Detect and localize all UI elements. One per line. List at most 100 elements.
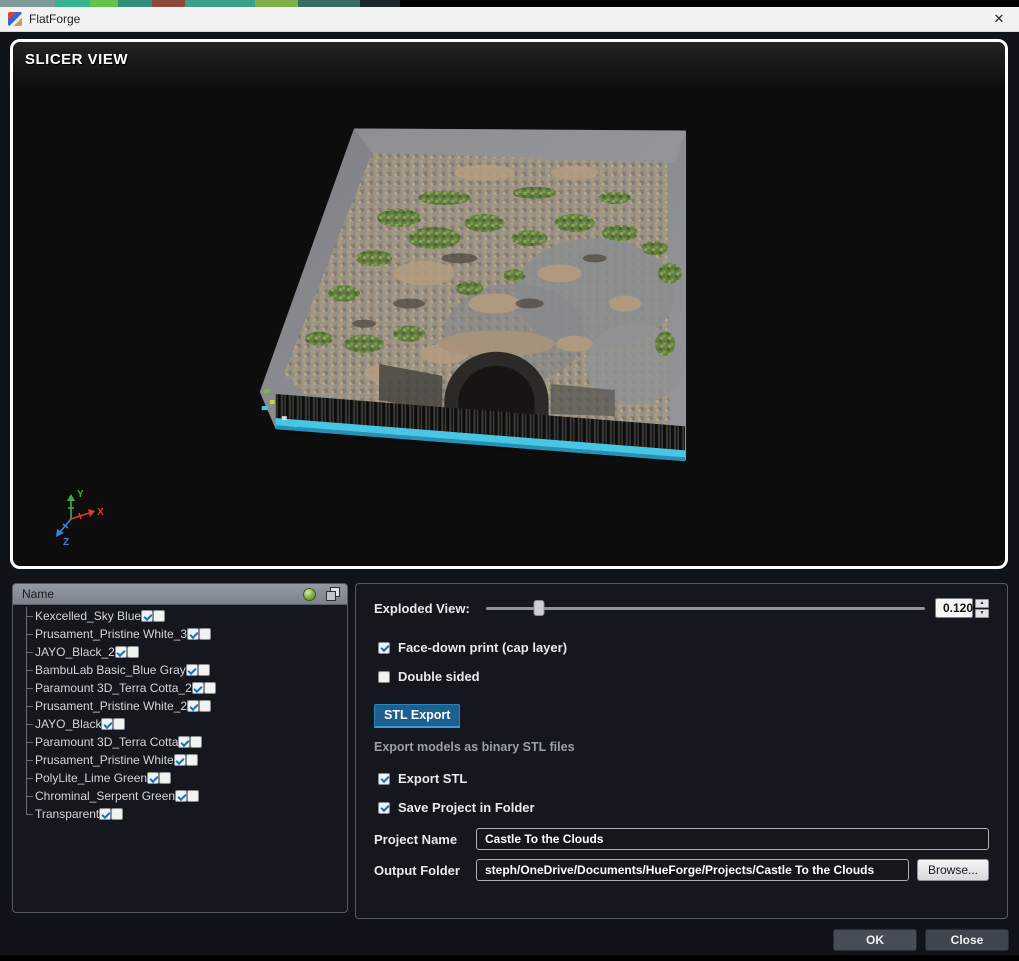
material-extra-checkbox[interactable] <box>190 736 202 748</box>
material-extra-checkbox[interactable] <box>187 790 199 802</box>
material-visible-checkbox[interactable] <box>192 682 204 694</box>
exploded-view-spinbox[interactable]: 0.120 ▲ ▼ <box>935 598 989 618</box>
material-extra-checkbox[interactable] <box>199 628 211 640</box>
material-label: Paramount 3D_Terra Cotta_2 <box>35 681 192 695</box>
material-label: Transparent <box>35 807 99 821</box>
project-name-input[interactable] <box>476 828 989 850</box>
tree-branch <box>19 751 35 769</box>
slider-groove <box>486 607 925 610</box>
slicer-3d-viewport[interactable]: SLICER VIEW <box>13 42 1005 566</box>
material-visible-checkbox[interactable] <box>178 736 190 748</box>
spin-up-button[interactable]: ▲ <box>975 599 989 608</box>
face-down-checkbox[interactable] <box>378 642 390 654</box>
tree-branch <box>19 805 35 823</box>
material-visible-checkbox[interactable] <box>101 718 113 730</box>
material-extra-checkbox[interactable] <box>111 808 123 820</box>
double-sided-option[interactable]: Double sided <box>374 669 989 684</box>
material-visible-checkbox[interactable] <box>115 646 127 658</box>
tree-branch <box>19 679 35 697</box>
exploded-view-row: Exploded View: 0.120 ▲ ▼ <box>374 598 989 618</box>
material-visible-checkbox[interactable] <box>175 790 187 802</box>
axis-x-label: X <box>97 507 104 518</box>
save-project-option[interactable]: Save Project in Folder <box>374 800 989 815</box>
axis-y-label: Y <box>77 489 84 500</box>
material-label: PolyLite_Lime Green <box>35 771 147 785</box>
slicer-view-title: SLICER VIEW <box>25 51 128 68</box>
material-row[interactable]: Prusament_Pristine White_2 <box>13 697 347 715</box>
export-settings-panel: Exploded View: 0.120 ▲ ▼ Face-down print… <box>355 583 1008 919</box>
materials-list: Kexcelled_Sky Blue Prusament_Pristine Wh… <box>13 605 347 823</box>
face-down-option[interactable]: Face-down print (cap layer) <box>374 640 989 655</box>
export-stl-label: Export STL <box>398 771 467 786</box>
material-extra-checkbox[interactable] <box>153 610 165 622</box>
material-label: BambuLab Basic_Blue Gray <box>35 663 186 677</box>
browse-button[interactable]: Browse... <box>917 859 989 881</box>
material-row[interactable]: Chrominal_Serpent Green <box>13 787 347 805</box>
material-row[interactable]: Prusament_Pristine White <box>13 751 347 769</box>
exploded-view-value[interactable]: 0.120 <box>935 598 973 618</box>
material-extra-checkbox[interactable] <box>113 718 125 730</box>
tree-branch <box>19 661 35 679</box>
material-extra-checkbox[interactable] <box>127 646 139 658</box>
save-project-checkbox[interactable] <box>378 802 390 814</box>
terrain-model <box>260 128 686 464</box>
material-visible-checkbox[interactable] <box>187 628 199 640</box>
filament-color-icon[interactable] <box>303 588 316 601</box>
material-row[interactable]: JAYO_Black <box>13 715 347 733</box>
tree-branch <box>19 715 35 733</box>
layers-icon[interactable] <box>326 587 340 601</box>
material-visible-checkbox[interactable] <box>141 610 153 622</box>
titlebar: FlatForge ✕ <box>0 7 1019 32</box>
spin-down-button[interactable]: ▼ <box>975 609 989 618</box>
material-row[interactable]: Prusament_Pristine White_3 <box>13 625 347 643</box>
titlebar-close-button[interactable]: ✕ <box>979 7 1019 32</box>
material-visible-checkbox[interactable] <box>174 754 186 766</box>
material-row[interactable]: Paramount 3D_Terra Cotta <box>13 733 347 751</box>
material-extra-checkbox[interactable] <box>204 682 216 694</box>
window-title: FlatForge <box>29 12 80 26</box>
project-name-label: Project Name <box>374 832 476 847</box>
exploded-view-label: Exploded View: <box>374 601 470 616</box>
material-row[interactable]: JAYO_Black_2 <box>13 643 347 661</box>
material-row[interactable]: BambuLab Basic_Blue Gray <box>13 661 347 679</box>
tree-branch <box>19 769 35 787</box>
material-label: Prusament_Pristine White_3 <box>35 627 187 641</box>
desktop-background-strip <box>0 0 1019 7</box>
exploded-view-slider-handle[interactable] <box>533 600 544 616</box>
tab-stl-export[interactable]: STL Export <box>374 704 460 728</box>
material-row[interactable]: Kexcelled_Sky Blue <box>13 607 347 625</box>
materials-header-name: Name <box>22 587 54 601</box>
materials-panel: Name Kexcelled_Sky Blue Prusament_Pristi… <box>12 583 348 913</box>
output-folder-input[interactable] <box>476 859 909 881</box>
material-label: Prusament_Pristine White_2 <box>35 699 187 713</box>
material-visible-checkbox[interactable] <box>186 664 198 676</box>
material-extra-checkbox[interactable] <box>159 772 171 784</box>
export-stl-checkbox[interactable] <box>378 773 390 785</box>
material-row[interactable]: Paramount 3D_Terra Cotta_2 <box>13 679 347 697</box>
material-label: JAYO_Black <box>35 717 101 731</box>
tree-branch <box>19 733 35 751</box>
material-row[interactable]: PolyLite_Lime Green <box>13 769 347 787</box>
exploded-view-slider[interactable] <box>486 598 925 618</box>
stl-export-description: Export models as binary STL files <box>374 740 989 754</box>
material-visible-checkbox[interactable] <box>147 772 159 784</box>
material-visible-checkbox[interactable] <box>99 808 111 820</box>
material-extra-checkbox[interactable] <box>186 754 198 766</box>
close-button[interactable]: Close <box>925 929 1009 951</box>
double-sided-checkbox[interactable] <box>378 671 390 683</box>
material-extra-checkbox[interactable] <box>199 700 211 712</box>
tree-branch <box>19 625 35 643</box>
ok-button[interactable]: OK <box>833 929 917 951</box>
output-folder-label: Output Folder <box>374 863 476 878</box>
material-extra-checkbox[interactable] <box>198 664 210 676</box>
model-3d-render[interactable] <box>13 42 1005 566</box>
material-row[interactable]: Transparent <box>13 805 347 823</box>
dialog-footer: OK Close <box>833 929 1009 951</box>
materials-list-header: Name <box>13 584 347 605</box>
app-icon <box>8 12 22 26</box>
project-name-row: Project Name <box>374 828 989 850</box>
material-label: Kexcelled_Sky Blue <box>35 609 141 623</box>
material-label: JAYO_Black_2 <box>35 645 115 659</box>
export-stl-option[interactable]: Export STL <box>374 771 989 786</box>
material-visible-checkbox[interactable] <box>187 700 199 712</box>
